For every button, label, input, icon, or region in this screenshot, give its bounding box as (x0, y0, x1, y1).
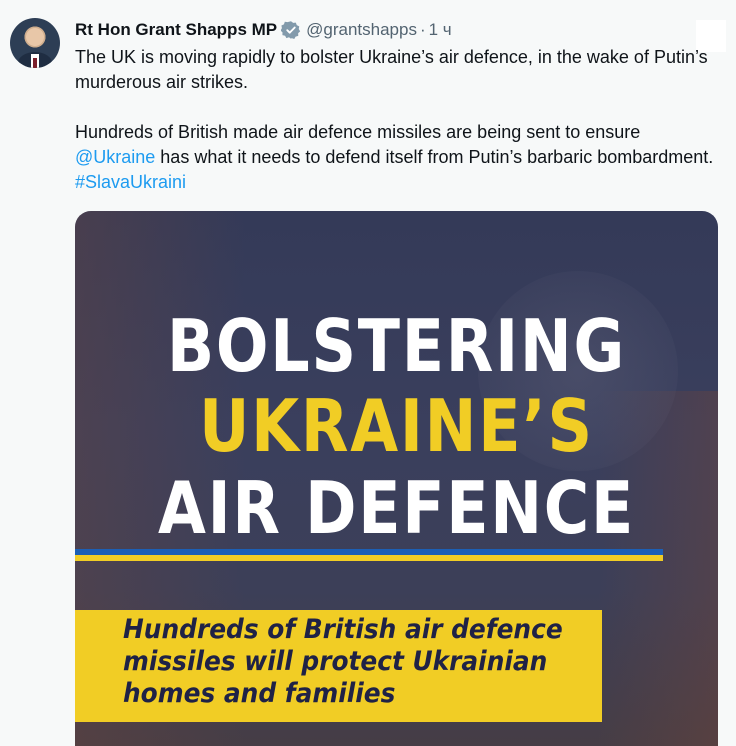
paragraph-2-text-end: has what it needs to defend itself from … (155, 147, 714, 167)
tweet-paragraph-2: Hundreds of British made air defence mis… (75, 120, 715, 195)
tweet-text: The UK is moving rapidly to bolster Ukra… (75, 45, 715, 220)
image-headline-line-1: BOLSTERING (167, 304, 626, 388)
verified-badge-icon[interactable] (281, 20, 301, 40)
image-headline-line-3: AIR DEFENCE (158, 466, 635, 550)
mention-link-ukraine[interactable]: @Ukraine (75, 147, 155, 167)
tweet-header: Rt Hon Grant Shapps MP @grantshapps · 1 … (75, 18, 452, 42)
paragraph-2-text-start: Hundreds of British made air defence mis… (75, 122, 641, 142)
avatar-tie-shape (33, 58, 37, 68)
tweet-image[interactable]: BOLSTERING UKRAINE’S AIR DEFENCE Hundred… (75, 211, 718, 746)
image-callout-text: Hundreds of British air defence missiles… (123, 614, 563, 709)
tweet-timestamp[interactable]: 1 ч (429, 20, 452, 40)
ukraine-flag-stripe (75, 549, 663, 561)
profile-avatar[interactable] (10, 18, 60, 68)
tweet-paragraph-1: The UK is moving rapidly to bolster Ukra… (75, 47, 708, 92)
author-name[interactable]: Rt Hon Grant Shapps MP (75, 20, 277, 40)
tweet[interactable]: Rt Hon Grant Shapps MP @grantshapps · 1 … (0, 0, 736, 746)
flag-yellow-stripe (75, 555, 663, 561)
author-handle[interactable]: @grantshapps (306, 20, 417, 40)
header-separator: · (419, 20, 426, 39)
image-headline-line-2: UKRAINE’S (199, 384, 594, 468)
hashtag-link-slavaukraini[interactable]: #SlavaUkraini (75, 172, 186, 192)
image-callout-box: Hundreds of British air defence missiles… (75, 610, 602, 722)
